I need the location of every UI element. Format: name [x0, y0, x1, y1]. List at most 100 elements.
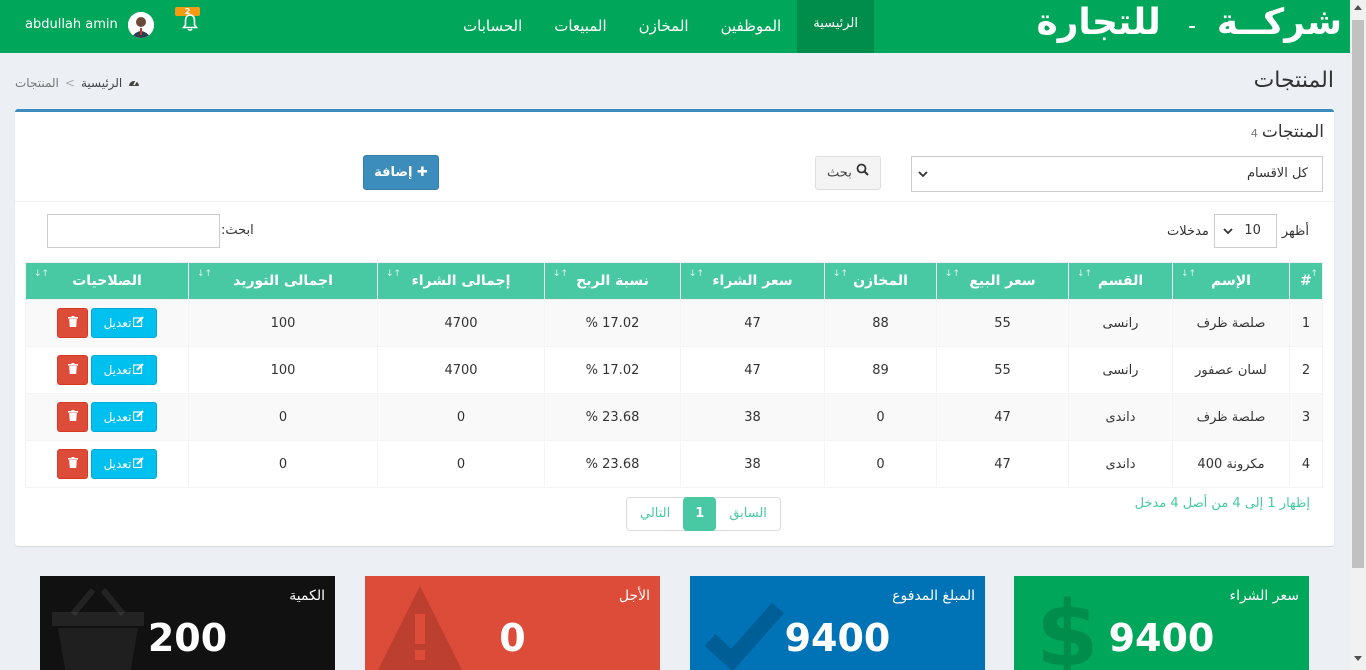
- page-length-select[interactable]: 10: [1213, 214, 1277, 248]
- col-sell-price[interactable]: سعر البيع ↑↓: [936, 262, 1069, 300]
- breadcrumb-separator: >: [64, 76, 75, 90]
- col-number[interactable]: # ↑: [1289, 262, 1323, 300]
- delete-button[interactable]: [57, 308, 88, 338]
- bell-icon[interactable]: [181, 14, 199, 32]
- col-category[interactable]: القسم ↑↓: [1068, 262, 1173, 300]
- delete-button[interactable]: [57, 402, 88, 432]
- nav-stores[interactable]: المخازن: [623, 0, 705, 53]
- edit-button[interactable]: تعديل: [91, 449, 157, 479]
- divider: [15, 201, 1334, 202]
- trash-icon: [67, 315, 78, 331]
- search-icon: [856, 157, 869, 189]
- edit-icon: [133, 457, 145, 471]
- table-search-label: ابحث:: [221, 223, 254, 238]
- cell-num: 1: [1289, 299, 1323, 347]
- dashboard-icon: [128, 76, 140, 90]
- add-product-button[interactable]: ✚ إضافة: [363, 155, 439, 190]
- category-select[interactable]: كل الاقسام: [911, 156, 1323, 192]
- col-sell-price-label: سعر البيع: [969, 273, 1036, 289]
- col-buy-price[interactable]: سعر الشراء ↑↓: [680, 262, 825, 300]
- edit-button-label: تعديل: [103, 316, 132, 330]
- nav-employees[interactable]: الموظفين: [705, 0, 798, 53]
- cell-profit: 23.68 %: [544, 393, 681, 441]
- col-profit[interactable]: نسبة الربح ↑↓: [544, 262, 681, 300]
- sort-icon: ↑↓: [386, 269, 402, 279]
- stat-label: الكمية: [289, 588, 325, 604]
- page-scrollbar[interactable]: [1350, 0, 1366, 670]
- edit-icon: [133, 363, 145, 377]
- col-profit-label: نسبة الربح: [576, 273, 649, 289]
- cell-sell: 47: [936, 440, 1069, 488]
- user-name[interactable]: abdullah amin: [25, 0, 118, 49]
- cell-num: 2: [1289, 346, 1323, 394]
- sort-icon: ↑↓: [197, 269, 213, 279]
- chevron-down-icon: [918, 157, 928, 206]
- search-button[interactable]: بحث: [815, 156, 881, 190]
- search-button-label: بحث: [827, 165, 852, 181]
- products-table: # ↑ الإسم ↑↓ القسم ↑↓ سعر البيع ↑↓ المخازن ↑↓…: [25, 262, 1323, 488]
- stat-deferred: الأجل 0: [365, 576, 660, 670]
- box-title-text: المنتجات: [1261, 122, 1324, 142]
- cell-profit: 23.68 %: [544, 440, 681, 488]
- chevron-down-icon: [1223, 215, 1233, 261]
- trash-icon: [67, 409, 78, 425]
- col-total-supply[interactable]: اجمالى التوريد ↑↓: [188, 262, 378, 300]
- top-navbar: شركــة ـ للتجارة الرئيسية الموظفين المخازن…: [0, 0, 1350, 53]
- brand-suffix: للتجارة: [1036, 2, 1161, 43]
- edit-button[interactable]: تعديل: [91, 402, 157, 432]
- cell-stores: 88: [824, 299, 937, 347]
- cell-actions: تعديل: [25, 440, 189, 488]
- cell-sell: 47: [936, 393, 1069, 441]
- nav-sales[interactable]: المبيعات: [538, 0, 622, 53]
- scroll-down-arrow-icon[interactable]: [1354, 656, 1362, 661]
- cell-num: 3: [1289, 393, 1323, 441]
- edit-icon: [133, 410, 145, 424]
- scroll-thumb[interactable]: [1352, 20, 1364, 568]
- cell-category: رانسى: [1068, 346, 1173, 394]
- cell-total-buy: 0: [377, 440, 545, 488]
- table-search-input[interactable]: [47, 214, 220, 248]
- col-total-buy[interactable]: إجمالى الشراء ↑↓: [377, 262, 545, 300]
- edit-button-label: تعديل: [103, 410, 132, 424]
- delete-button[interactable]: [57, 355, 88, 385]
- page-1-button[interactable]: 1: [683, 497, 717, 531]
- row-actions: تعديل: [57, 308, 157, 338]
- cell-total-supply: 100: [188, 346, 378, 394]
- breadcrumb: الرئيسية > المنتجات: [15, 76, 140, 90]
- cell-buy: 38: [680, 440, 825, 488]
- length-entries-label: مدخلات: [1167, 223, 1209, 239]
- table-body: 1 صلصة ظرف رانسى 55 88 47 17.02 % 4700 100 تعديل 2…: [25, 299, 1323, 488]
- stat-value: 9400: [1108, 616, 1215, 660]
- edit-icon: [133, 316, 145, 330]
- table-row: 3 صلصة ظرف داندى 47 0 38 23.68 % 0 0 تعديل: [25, 393, 1323, 441]
- col-actions[interactable]: الصلاحيات ↑↓: [25, 262, 189, 300]
- breadcrumb-home[interactable]: الرئيسية: [81, 76, 122, 90]
- edit-button-label: تعديل: [103, 363, 132, 377]
- table-header-row: # ↑ الإسم ↑↓ القسم ↑↓ سعر البيع ↑↓ المخازن ↑↓…: [25, 262, 1323, 300]
- edit-button[interactable]: تعديل: [91, 308, 157, 338]
- product-count: 4: [1250, 127, 1258, 140]
- cell-profit: 17.02 %: [544, 346, 681, 394]
- col-total-supply-label: اجمالى التوريد: [233, 273, 333, 289]
- scroll-up-arrow-icon[interactable]: [1354, 5, 1362, 10]
- stat-value: 200: [147, 616, 228, 660]
- brand-name: شركــة: [1216, 2, 1342, 43]
- col-stores[interactable]: المخازن ↑↓: [824, 262, 937, 300]
- row-actions: تعديل: [57, 449, 157, 479]
- nav-accounts[interactable]: الحسابات: [447, 0, 538, 53]
- nav-home[interactable]: الرئيسية: [797, 0, 874, 53]
- col-name[interactable]: الإسم ↑↓: [1172, 262, 1290, 300]
- cell-total-buy: 0: [377, 393, 545, 441]
- next-page-button[interactable]: التالي: [627, 498, 683, 530]
- edit-button[interactable]: تعديل: [91, 355, 157, 385]
- avatar[interactable]: [128, 12, 154, 38]
- stat-quantity: الكمية 200: [40, 576, 335, 670]
- stat-label: الأجل: [618, 588, 650, 604]
- prev-page-button[interactable]: السابق: [716, 498, 780, 530]
- brand-logo[interactable]: شركــة ـ للتجارة: [1036, 0, 1342, 53]
- sort-icon: ↑↓: [553, 269, 569, 279]
- box-title: المنتجات4: [1251, 122, 1324, 142]
- cell-actions: تعديل: [25, 393, 189, 441]
- delete-button[interactable]: [57, 449, 88, 479]
- cell-profit: 17.02 %: [544, 299, 681, 347]
